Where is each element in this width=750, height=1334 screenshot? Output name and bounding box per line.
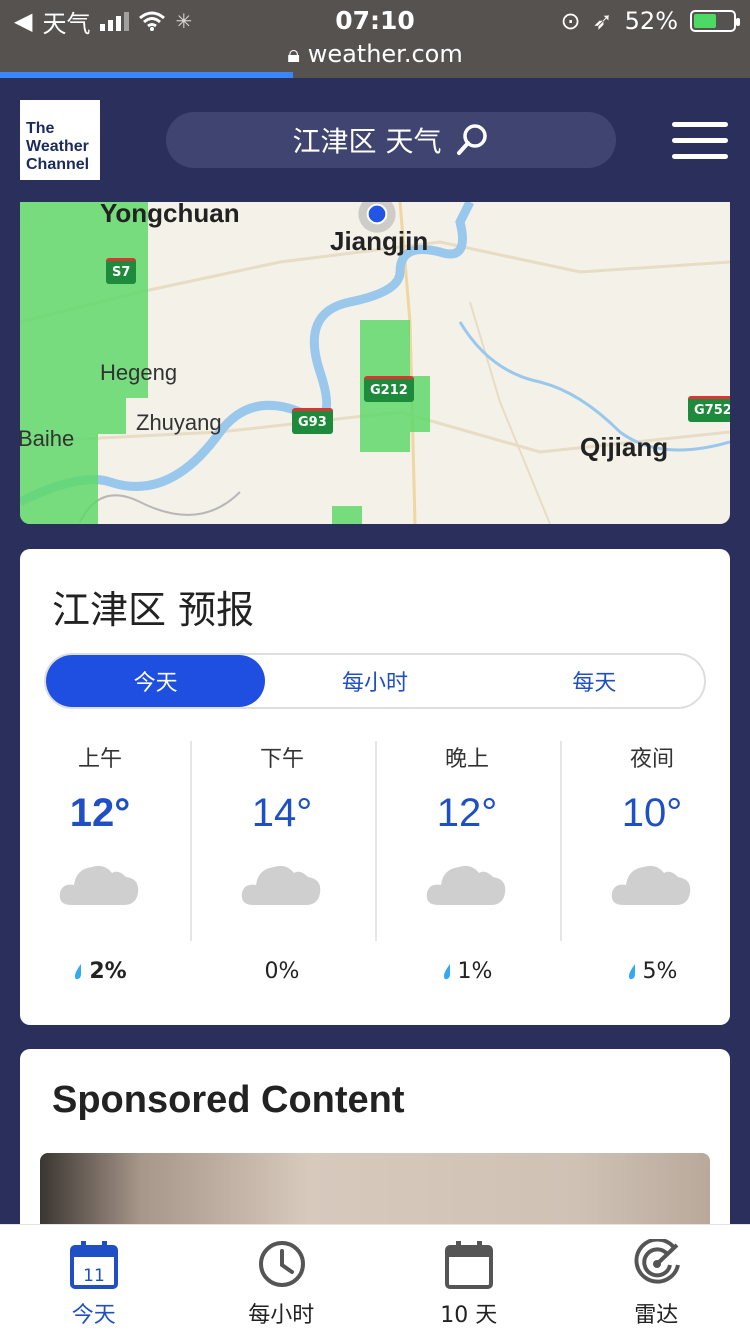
search-icon xyxy=(457,124,488,155)
location-arrow-icon: ➶ xyxy=(592,7,613,35)
calendar-icon xyxy=(445,1241,493,1289)
period-precip-value: 2% xyxy=(89,959,127,984)
period-morning[interactable]: 上午 12° 2% xyxy=(20,729,180,999)
cloud-icon xyxy=(241,865,321,905)
hamburger-icon[interactable] xyxy=(672,122,728,160)
period-name: 夜间 xyxy=(629,747,674,772)
url-text: weather.com xyxy=(307,40,463,68)
tab-hourly[interactable]: 每小时 xyxy=(265,655,484,707)
period-divider xyxy=(375,741,377,941)
period-divider xyxy=(190,741,192,941)
site-header: The Weather Channel 江津区 天气 xyxy=(0,78,750,202)
period-temp: 12° xyxy=(436,791,498,835)
period-temp: 14° xyxy=(251,791,313,835)
period-overnight[interactable]: 夜间 10° 5% xyxy=(572,729,732,999)
location-pin-icon xyxy=(358,202,396,233)
period-afternoon[interactable]: 下午 14° 0% xyxy=(202,729,362,999)
tab-daily[interactable]: 每天 xyxy=(485,655,704,707)
forecast-card: 江津区 预报 今天 每小时 每天 上午 12° 2% 下午 14° 0% 晚上 … xyxy=(20,549,730,1025)
map-label-qijiang: Qijiang xyxy=(580,432,669,462)
forecast-periods: 上午 12° 2% 下午 14° 0% 晚上 12° 1% 夜间 10° 5% xyxy=(20,729,730,999)
period-name: 上午 xyxy=(77,747,122,772)
nav-today[interactable]: 11 今天 xyxy=(0,1225,188,1334)
forecast-tabs: 今天 每小时 每天 xyxy=(44,653,706,709)
forecast-title: 江津区 预报 xyxy=(52,588,255,632)
road-shield-g93: G93 xyxy=(292,408,333,434)
period-precip: 5% xyxy=(572,959,732,984)
search-location-text: 江津区 天气 xyxy=(292,125,442,158)
rotation-lock-icon: ⊙ xyxy=(560,7,581,35)
raindrop-icon xyxy=(443,963,450,979)
nav-label: 今天 xyxy=(71,1303,116,1328)
tab-today[interactable]: 今天 xyxy=(46,655,266,707)
cloud-icon xyxy=(426,865,506,905)
road-shield-s7: S7 xyxy=(106,258,137,284)
radar-map[interactable]: Yongchuan Jiangjin Hegeng Zhuyang Baihe … xyxy=(20,202,730,524)
battery-icon xyxy=(690,10,740,32)
period-precip-value: 0% xyxy=(264,959,300,984)
period-name: 下午 xyxy=(259,747,304,772)
calendar-day-number: 11 xyxy=(83,1266,105,1286)
bottom-nav: 11 今天 每小时 10 天 雷达 xyxy=(0,1224,750,1334)
map-label-zhuyang: Zhuyang xyxy=(136,410,222,435)
nav-label: 每小时 xyxy=(248,1303,315,1328)
nav-label: 10 天 xyxy=(440,1303,498,1328)
period-name: 晚上 xyxy=(444,747,489,772)
weather-channel-logo[interactable]: The Weather Channel xyxy=(20,100,100,180)
nav-10-day[interactable]: 10 天 xyxy=(375,1225,563,1334)
period-temp: 10° xyxy=(621,791,683,835)
period-evening[interactable]: 晚上 12° 1% xyxy=(387,729,547,999)
period-divider xyxy=(560,741,562,941)
cloud-icon xyxy=(611,865,691,905)
cloud-icon xyxy=(59,865,139,905)
status-right: ⊙ ➶ 52% xyxy=(560,6,740,36)
map-label-yongchuan: Yongchuan xyxy=(100,202,240,228)
period-precip-value: 5% xyxy=(642,959,678,984)
period-precip-value: 1% xyxy=(457,959,493,984)
map-label-hegeng: Hegeng xyxy=(100,360,178,385)
map-label-baihe: Baihe xyxy=(20,426,75,451)
status-bar: ◀ 天气 ✳ 07:10 ⊙ ➶ 52% 🔒︎ weather.com xyxy=(0,0,750,78)
battery-percent: 52% xyxy=(624,7,678,35)
period-temp: 12° xyxy=(69,791,131,835)
url-bar[interactable]: 🔒︎ weather.com xyxy=(0,40,750,68)
period-precip: 2% xyxy=(20,959,180,984)
nav-label: 雷达 xyxy=(634,1303,679,1328)
location-search-button[interactable]: 江津区 天气 xyxy=(166,112,616,168)
period-precip: 0% xyxy=(202,959,362,984)
road-shield-g212: G212 xyxy=(364,376,414,402)
radar-icon xyxy=(634,1239,680,1284)
road-shield-g752: G752 xyxy=(688,396,730,422)
sponsored-title: Sponsored Content xyxy=(52,1079,405,1121)
clock-icon xyxy=(258,1241,305,1287)
calendar-day-icon: 11 xyxy=(70,1241,118,1289)
nav-hourly[interactable]: 每小时 xyxy=(188,1225,376,1334)
period-precip: 1% xyxy=(387,959,547,984)
raindrop-icon xyxy=(75,963,82,979)
nav-radar[interactable]: 雷达 xyxy=(563,1225,750,1334)
raindrop-icon xyxy=(628,963,635,979)
lock-icon: 🔒︎ xyxy=(287,40,301,68)
